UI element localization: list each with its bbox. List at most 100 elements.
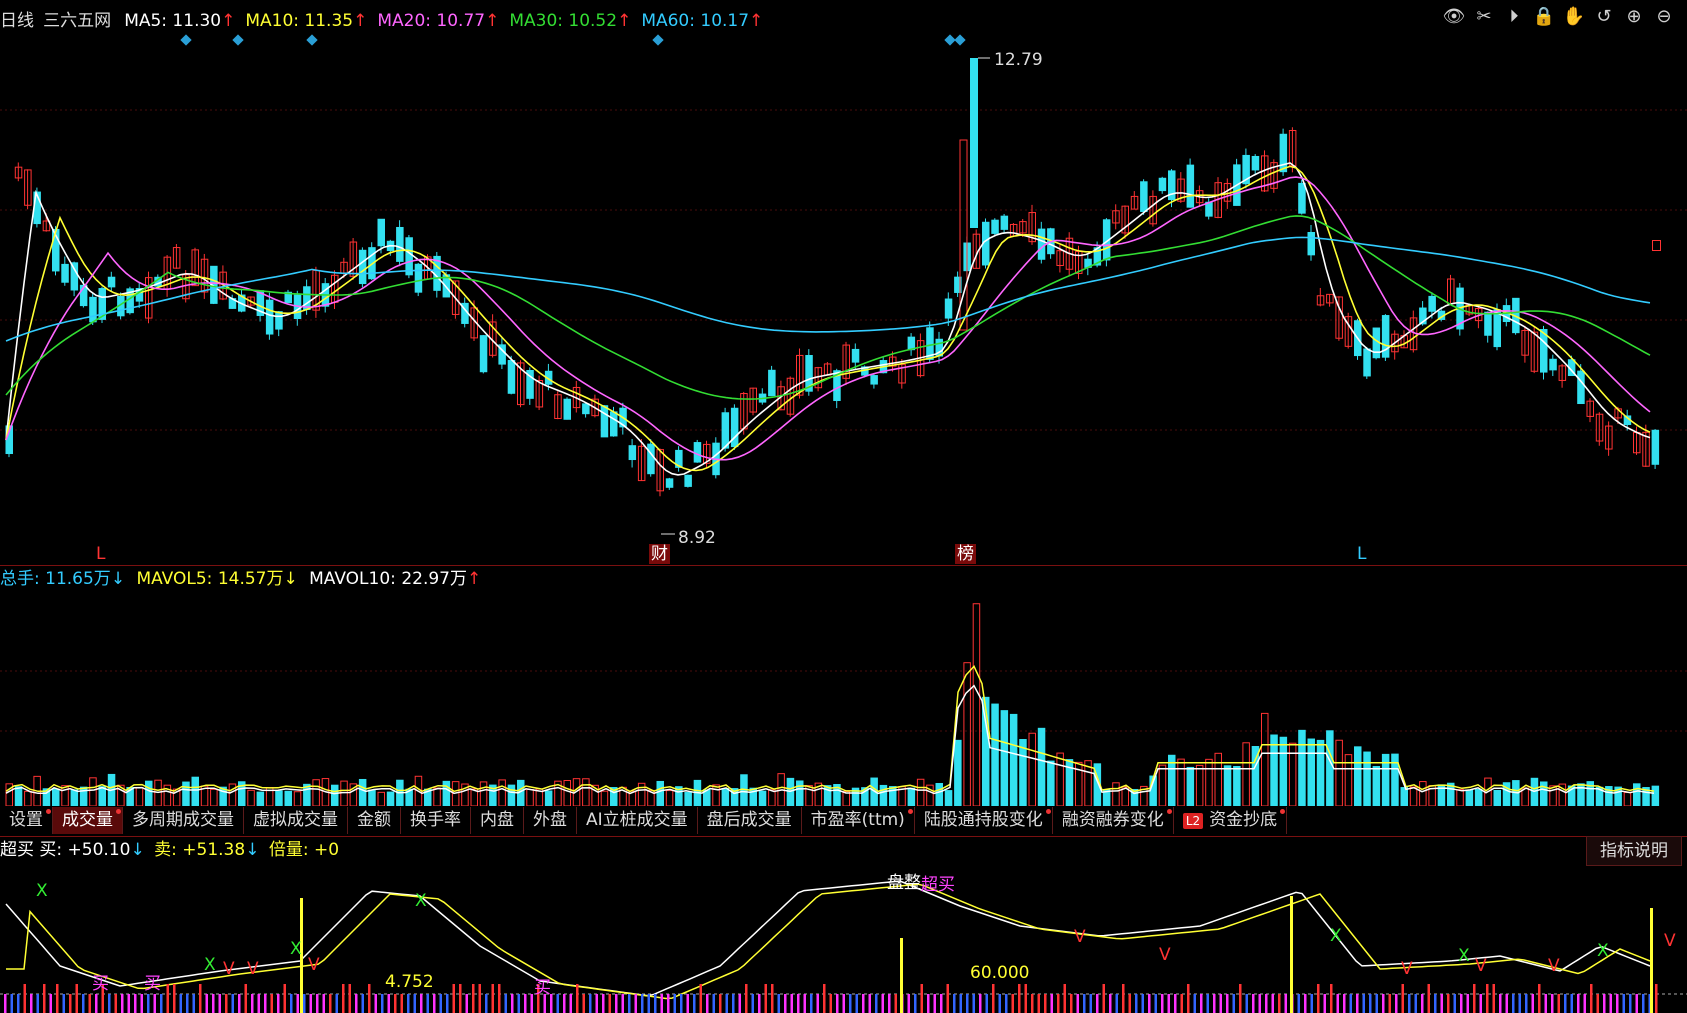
indicator-stick (693, 994, 696, 1013)
ind-label-buy-1: 买 (92, 974, 109, 994)
indicator-chart[interactable]: XXXXXX XV V VVVV V VV (0, 866, 1687, 1013)
candle-body (665, 478, 674, 488)
indicator-stick (1102, 984, 1105, 1013)
mark-l-2: L (1357, 544, 1367, 564)
indicator-stick (966, 994, 969, 1013)
candle-body (1298, 182, 1306, 214)
tab-4[interactable]: 金额 (348, 807, 401, 834)
indicator-stick (803, 994, 806, 1013)
indicator-stick (530, 994, 533, 1013)
volume-bar (1186, 766, 1195, 806)
indicator-stick (569, 994, 572, 1013)
indicator-stick (173, 984, 176, 1013)
volume-bar (1316, 739, 1325, 806)
indicator-stick (218, 994, 221, 1013)
tab-3[interactable]: 虚拟成交量 (244, 807, 348, 834)
tab-9[interactable]: 盘后成交量 (698, 807, 802, 834)
volume-bar (796, 780, 804, 806)
candlestick-chart[interactable] (0, 0, 1687, 565)
mark-finance[interactable]: 财 (649, 544, 670, 564)
indicator-stick (738, 994, 741, 1013)
indicator-stick (82, 994, 85, 1013)
indicator-stick (888, 994, 891, 1013)
indicator-stick (1434, 994, 1437, 1013)
tab-label: 设置 (9, 810, 43, 830)
indicator-stick (1590, 984, 1593, 1013)
indicator-stick (953, 994, 956, 1013)
indicator-stick (1343, 994, 1346, 1013)
indicator-stick (394, 994, 397, 1013)
indicator-stick (641, 994, 644, 1013)
indicator-stick (238, 994, 241, 1013)
ind-label-value-2: 60.000 (970, 963, 1030, 983)
volume-bar (14, 786, 23, 806)
mark-rank[interactable]: 榜 (955, 544, 976, 564)
indicator-explain-button[interactable]: 指标说明 (1586, 836, 1682, 866)
tab-13[interactable]: L2 资金抄底 (1174, 807, 1288, 834)
indicator-stick (10, 994, 13, 1013)
cross-mark: X (1597, 941, 1609, 961)
buy-value: +50.10 (67, 840, 131, 860)
indicator-stick (771, 984, 774, 1013)
volume-bar (1019, 739, 1027, 806)
indicator-stick (1622, 994, 1625, 1013)
tab-5[interactable]: 换手率 (401, 807, 471, 834)
volume-bar (442, 780, 451, 806)
volume-bar (954, 739, 962, 806)
candle-body (628, 445, 637, 461)
tab-1[interactable]: 成交量 (53, 807, 123, 834)
indicator-stick (459, 984, 462, 1013)
tab-0[interactable]: 设置 (0, 807, 53, 834)
indicator-stick (810, 994, 813, 1013)
indicator-stick (829, 994, 832, 1013)
tab-7[interactable]: 外盘 (524, 807, 577, 834)
indicator-stick (881, 994, 884, 1013)
candle-body (1307, 231, 1315, 256)
candle-body (275, 311, 283, 330)
indicator-stick (784, 994, 787, 1013)
indicator-stick (30, 994, 33, 1013)
candle-body (768, 369, 776, 397)
volume-bar (916, 778, 925, 806)
indicator-stick (1616, 994, 1619, 1013)
indicator-stick (732, 994, 735, 1013)
tab-6[interactable]: 内盘 (471, 807, 524, 834)
volume-bar (1400, 787, 1408, 806)
indicator-stick (1018, 984, 1021, 1013)
indicator-stick (1499, 994, 1502, 1013)
indicator-stick (1570, 994, 1573, 1013)
v-mark: V (247, 959, 259, 979)
volume-bar (600, 790, 609, 806)
volume-bar (451, 781, 460, 806)
volume-chart[interactable] (0, 566, 1687, 806)
indicator-stick (1583, 994, 1586, 1013)
indicator-stick (777, 994, 780, 1013)
volume-bar (1112, 782, 1120, 806)
indicator-stick (465, 994, 468, 1013)
indicator-stick (485, 994, 488, 1013)
v-mark: V (1159, 945, 1171, 965)
tab-label: 虚拟成交量 (253, 810, 338, 830)
indicator-stick (1512, 994, 1515, 1013)
tab-10[interactable]: 市盈率(ttm) (802, 807, 915, 834)
candle-body (1549, 358, 1557, 371)
tab-8[interactable]: AI立桩成交量 (577, 807, 698, 834)
buy-label: 买: (39, 840, 63, 860)
tab-2[interactable]: 多周期成交量 (123, 807, 244, 834)
indicator-stick (1356, 994, 1359, 1013)
indicator-stick (387, 994, 390, 1013)
volume-bar (24, 790, 32, 806)
volume-bar (256, 791, 265, 806)
tab-12[interactable]: 融资融券变化 (1053, 807, 1174, 834)
tab-11[interactable]: 陆股通持股变化 (915, 807, 1053, 834)
indicator-stick (413, 994, 416, 1013)
volume-bar (963, 662, 971, 806)
tab-dot (1045, 809, 1051, 814)
volume-bar (935, 782, 943, 806)
volume-bar (582, 778, 590, 806)
ma-line-0 (5, 162, 1651, 476)
indicator-stick (589, 994, 592, 1013)
indicator-stick (127, 994, 130, 1013)
indicator-stick (1083, 994, 1086, 1013)
indicator-stick (1219, 994, 1222, 1013)
